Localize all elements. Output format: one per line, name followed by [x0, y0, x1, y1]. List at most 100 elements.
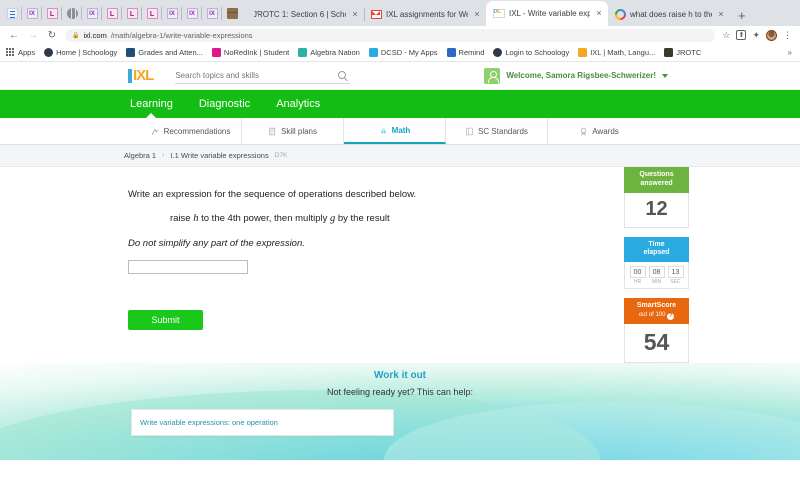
search-bar[interactable]: [175, 67, 351, 84]
chrome-menu-icon[interactable]: ⋮: [783, 30, 792, 41]
related-skill-label: Write variable expressions: one operatio…: [140, 418, 278, 427]
ixl-pinned-tab-1[interactable]: IX: [21, 1, 42, 25]
close-icon[interactable]: ×: [472, 9, 482, 19]
browser-window: IX L IX L L L IX IX IX JROTC 1: Section 6 | Scho…: [0, 0, 800, 500]
chevron-down-icon[interactable]: [662, 73, 668, 78]
profile-avatar-icon[interactable]: [766, 29, 777, 41]
bookmark-label: Algebra Nation: [310, 48, 360, 57]
google-icon: [612, 6, 629, 22]
smartscore-card: SmartScore out of 100 ? 54: [624, 298, 689, 363]
timer-minutes-value: 08: [648, 266, 665, 278]
bookmark-9[interactable]: JROTC: [664, 48, 701, 57]
bookmark-2[interactable]: Grades and Atten...: [126, 48, 203, 57]
search-icon[interactable]: [338, 71, 347, 79]
tab-recommendations[interactable]: Recommendations: [140, 118, 242, 144]
bookmark-label: IXL | Math, Langu...: [590, 48, 656, 57]
schoology-pinned-tab-4[interactable]: L: [141, 1, 162, 25]
tab-strip: IX L IX L L L IX IX IX JROTC 1: Section 6 | Scho…: [0, 0, 800, 26]
operation-post: by the result: [335, 213, 390, 224]
smartscore-value: 54: [643, 328, 670, 355]
question-note: Do not simplify any part of the expressi…: [128, 238, 305, 249]
submit-button[interactable]: Submit: [128, 310, 203, 330]
browser-tab-2[interactable]: IXL - Write variable express ×: [486, 1, 608, 26]
recommendations-icon: [151, 127, 160, 136]
questions-answered-value: 12: [645, 197, 668, 220]
ixl-pinned-tab-3[interactable]: IX: [161, 1, 182, 25]
ixl-pinned-tab-5[interactable]: IX: [201, 1, 222, 25]
breadcrumb-skill[interactable]: I.1 Write variable expressions: [170, 151, 268, 160]
close-icon[interactable]: ×: [350, 9, 360, 19]
nav-diagnostic[interactable]: Diagnostic: [197, 98, 252, 110]
browser-tab-0[interactable]: JROTC 1: Section 6 | Schoo ×: [242, 2, 364, 26]
extension-download-icon[interactable]: ⬆: [736, 30, 747, 40]
search-input[interactable]: [175, 70, 316, 80]
url-host: ixl.com: [83, 30, 107, 40]
tab-label: Skill plans: [280, 126, 317, 136]
close-icon[interactable]: ×: [716, 9, 726, 19]
ixl-icon: IX: [206, 7, 218, 19]
schoology-l-icon: L: [106, 7, 118, 19]
ixl-header: IXL Welcome, Samora Rigsbee-Schwerizer!: [0, 62, 800, 90]
gmail-icon: [371, 9, 382, 19]
reload-icon[interactable]: ↻: [46, 30, 58, 41]
related-skill-card[interactable]: Write variable expressions: one operatio…: [131, 409, 394, 436]
dcsd-icon: [368, 48, 378, 57]
browser-tab-1[interactable]: IXL assignments for Week o ×: [364, 2, 486, 26]
forward-icon[interactable]: →: [27, 30, 39, 41]
ixl-pinned-tab-2[interactable]: IX: [81, 1, 102, 25]
smartscore-subtitle-row: out of 100 ?: [626, 312, 687, 320]
schoology-pinned-tab-2[interactable]: L: [101, 1, 122, 25]
work-it-out-subtitle: Not feeling ready yet? This can help:: [327, 387, 473, 397]
close-icon[interactable]: ×: [594, 9, 604, 18]
timer-minutes-label: MIN: [651, 279, 662, 285]
tab-label: Awards: [592, 126, 619, 136]
schoology-pinned-tab-3[interactable]: L: [121, 1, 142, 25]
tab-sc-standards[interactable]: SC Standards: [446, 118, 548, 144]
extensions-puzzle-icon[interactable]: ✦: [752, 30, 760, 41]
standards-icon: [465, 127, 474, 136]
welcome-text: Welcome, Samora Rigsbee-Schwerizer!: [506, 71, 656, 80]
help-icon[interactable]: ?: [667, 312, 675, 320]
bookmarks-overflow-icon[interactable]: »: [788, 48, 794, 57]
doc-pinned-tab[interactable]: [2, 1, 22, 25]
bookmark-3[interactable]: NoRedInk | Student: [211, 48, 290, 57]
stats-spacer-2: [624, 289, 689, 298]
globe-pinned-tab[interactable]: [61, 1, 82, 25]
account-menu[interactable]: Welcome, Samora Rigsbee-Schwerizer!: [484, 67, 668, 84]
bookmark-label: NoRedInk | Student: [223, 48, 290, 57]
tab-math[interactable]: Math: [344, 118, 446, 144]
timer-hours-value: 00: [629, 266, 646, 278]
breadcrumb: Algebra 1 › I.1 Write variable expressio…: [0, 145, 800, 167]
schoology-pinned-tab-1[interactable]: L: [41, 1, 62, 25]
ixl-icon: IX: [26, 7, 38, 19]
bookmark-6[interactable]: Remind: [446, 48, 485, 57]
bookmark-label: Remind: [458, 48, 485, 57]
breadcrumb-subject[interactable]: Algebra 1: [124, 151, 156, 160]
bookmark-5[interactable]: DCSD - My Apps: [368, 48, 438, 57]
tab-awards[interactable]: Awards: [548, 118, 650, 144]
address-bar[interactable]: 🔒 ixl.com/math/algebra-1/write-variable-…: [65, 28, 716, 42]
answer-input[interactable]: [128, 260, 248, 274]
ixl-pinned-tab-4[interactable]: IX: [181, 1, 202, 25]
nav-learning[interactable]: Learning: [128, 98, 175, 110]
pinned-tabs: IX L IX L L L IX IX IX: [2, 0, 242, 26]
bookmark-label: Home | Schoology: [56, 48, 118, 57]
toolbar-actions: ☆ ⬆ ✦ ⋮: [722, 29, 792, 41]
tab-skill-plans[interactable]: Skill plans: [242, 118, 344, 144]
smartscore-body: 54: [624, 323, 689, 363]
nav-analytics[interactable]: Analytics: [274, 98, 322, 110]
bookmark-star-icon[interactable]: ☆: [722, 30, 730, 41]
bookmark-4[interactable]: Algebra Nation: [298, 48, 360, 57]
back-icon[interactable]: ←: [8, 30, 20, 41]
question-prompt: Write an expression for the sequence of …: [128, 189, 417, 200]
package-pinned-tab[interactable]: [221, 1, 242, 25]
bookmark-1[interactable]: Home | Schoology: [44, 48, 117, 57]
browser-tab-3[interactable]: what does raise h to the 4th ×: [608, 2, 730, 26]
ixl-logo[interactable]: IXL: [128, 67, 154, 84]
bookmark-0[interactable]: Apps: [6, 48, 35, 57]
smartscore-title: SmartScore: [636, 302, 677, 309]
bookmark-8[interactable]: IXL | Math, Langu...: [578, 48, 655, 57]
new-tab-button[interactable]: +: [730, 8, 754, 26]
bookmark-7[interactable]: Login to Schoology: [493, 48, 569, 57]
ixl-icon: IX: [86, 7, 98, 19]
